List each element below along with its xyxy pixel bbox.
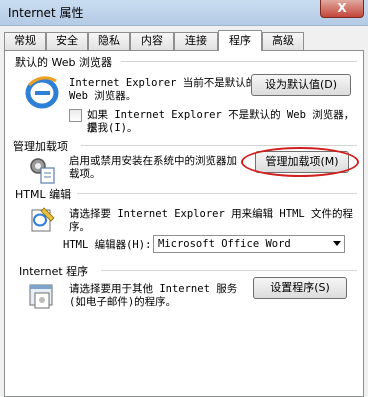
divider	[121, 61, 357, 62]
tab-privacy[interactable]: 隐私	[88, 32, 130, 50]
addons-description-line1: 启用或禁用安装在系统中的浏览器加	[69, 155, 237, 167]
internet-programs-icon	[29, 284, 53, 309]
tab-strip: 常规 安全 隐私 内容 连接 程序 高级	[4, 30, 364, 51]
close-icon: X	[337, 1, 347, 15]
set-programs-button[interactable]: 设置程序(S)	[253, 277, 347, 299]
notify-default-checkbox[interactable]	[69, 109, 82, 122]
html-editor-icon	[31, 207, 55, 232]
tab-security[interactable]: 安全	[46, 32, 88, 50]
notify-checkbox-label-line2: 示我(I)。	[87, 122, 138, 134]
addons-description-line2: 载项。	[69, 168, 101, 180]
tab-general[interactable]: 常规	[4, 32, 46, 50]
tab-connections[interactable]: 连接	[174, 32, 218, 50]
html-editor-selected-value: Microsoft Office Word	[158, 238, 291, 250]
addons-heading: 管理加载项	[13, 140, 68, 153]
programs-panel: 默认的 Web 浏览器 Internet Explorer 当前不是默认的 We…	[4, 50, 364, 397]
html-editor-label: HTML 编辑器(H):	[63, 239, 152, 251]
default-status-line2: Web 浏览器。	[69, 90, 137, 102]
html-editing-description: 请选择要 Internet Explorer 用来编辑 HTML 文件的程序。	[69, 208, 354, 233]
window-title: Internet 属性	[8, 6, 84, 20]
default-browser-heading: 默认的 Web 浏览器	[15, 56, 112, 69]
divider	[101, 270, 357, 271]
html-editor-select[interactable]: Microsoft Office Word	[153, 235, 345, 253]
internet-programs-heading: Internet 程序	[19, 265, 89, 278]
internet-programs-description-line1: 请选择要用于其他 Internet 服务	[69, 283, 238, 295]
divider	[81, 145, 357, 146]
close-button[interactable]: X	[320, 0, 364, 18]
internet-programs-description-line2: (如电子邮件)的程序。	[69, 296, 177, 308]
tab-content[interactable]: 内容	[130, 32, 174, 50]
chevron-down-icon	[333, 241, 341, 246]
tab-advanced[interactable]: 高级	[262, 32, 304, 50]
set-default-button[interactable]: 设为默认值(D)	[251, 74, 351, 96]
highlight-annotation	[241, 147, 359, 177]
title-bar: Internet 属性 X	[0, 0, 368, 26]
tab-programs[interactable]: 程序	[218, 30, 262, 51]
internet-explorer-icon	[25, 76, 59, 109]
manage-addons-icon	[30, 158, 55, 184]
divider	[77, 193, 357, 194]
html-editing-heading: HTML 编辑	[15, 188, 72, 201]
default-status-line1: Internet Explorer 当前不是默认的	[69, 77, 257, 89]
